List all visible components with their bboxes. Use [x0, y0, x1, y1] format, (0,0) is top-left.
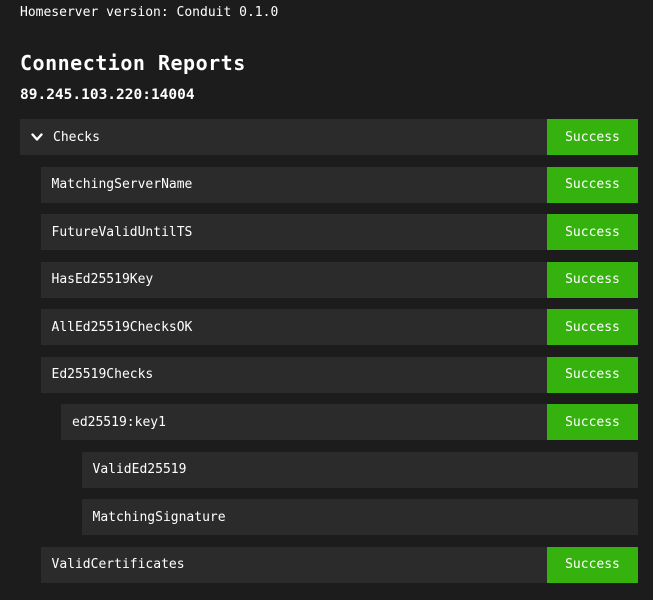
report-row-matchingsignature: MatchingSignature: [82, 499, 639, 535]
status-badge: Success: [547, 119, 638, 155]
report-row-alled25519checksok: AllEd25519ChecksOK Success: [41, 309, 639, 345]
status-badge: Success: [547, 262, 638, 298]
report-row-label: HasEd25519Key: [52, 273, 154, 286]
report-row-valided25519: ValidEd25519: [82, 452, 639, 488]
report-row-checks[interactable]: Checks Success: [20, 119, 638, 155]
status-badge: Success: [547, 547, 638, 583]
report-row-matchingservername: MatchingServerName Success: [41, 167, 639, 203]
homeserver-version-text: Homeserver version: Conduit 0.1.0: [20, 6, 638, 20]
report-row-ed25519checks: Ed25519Checks Success: [41, 357, 639, 393]
report-row-label: AllEd25519ChecksOK: [52, 321, 193, 334]
report-list: Checks Success MatchingServerName Succes…: [20, 119, 638, 583]
report-row-label: ed25519:key1: [72, 416, 166, 429]
report-row-label: ValidEd25519: [93, 463, 187, 476]
report-row-label: ValidCertificates: [52, 558, 185, 571]
report-row-futurevaliduntilts: FutureValidUntilTS Success: [41, 214, 639, 250]
status-badge: Success: [547, 404, 638, 440]
report-row-label: Checks: [53, 131, 100, 144]
report-row-hased25519key: HasEd25519Key Success: [41, 262, 639, 298]
report-row-ed25519-key1: ed25519:key1 Success: [61, 404, 638, 440]
status-badge: Success: [547, 214, 638, 250]
server-address: 89.245.103.220:14004: [20, 87, 638, 103]
report-row-label: MatchingSignature: [93, 511, 226, 524]
status-badge: Success: [547, 309, 638, 345]
report-row-label: FutureValidUntilTS: [52, 226, 193, 239]
connection-report-page: Homeserver version: Conduit 0.1.0 Connec…: [0, 0, 653, 583]
report-row-label: MatchingServerName: [52, 178, 193, 191]
chevron-down-icon: [29, 130, 44, 145]
status-badge: Success: [547, 357, 638, 393]
report-row-validcertificates: ValidCertificates Success: [41, 547, 639, 583]
page-title: Connection Reports: [20, 52, 638, 74]
report-row-label: Ed25519Checks: [52, 368, 154, 381]
status-badge: Success: [547, 167, 638, 203]
